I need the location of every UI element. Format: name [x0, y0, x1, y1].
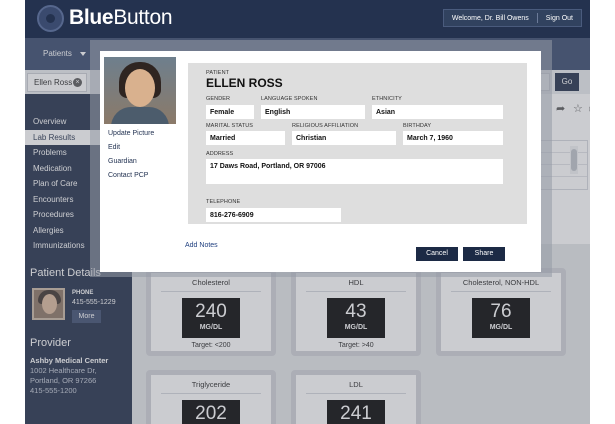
- ethnicity-field[interactable]: Asian: [372, 105, 503, 119]
- address-label: ADDRESS: [206, 151, 234, 157]
- marital-status-field[interactable]: Married: [206, 131, 285, 145]
- ethnicity-label: ETHNICITY: [372, 96, 402, 102]
- marital-status-label: MARITAL STATUS: [206, 123, 254, 129]
- birthday-field[interactable]: March 7, 1960: [403, 131, 503, 145]
- language-label: LANGUAGE SPOKEN: [261, 96, 318, 102]
- app-window: BlueButton Welcome, Dr. Bill Owens Sign …: [25, 0, 590, 424]
- birthday-label: BIRTHDAY: [403, 123, 432, 129]
- add-notes-link[interactable]: Add Notes: [185, 242, 218, 249]
- user-menu: Welcome, Dr. Bill Owens Sign Out: [442, 9, 582, 27]
- patient-photo: [104, 57, 176, 124]
- contact-pcp-link[interactable]: Contact PCP: [108, 172, 148, 179]
- welcome-text: Welcome, Dr. Bill Owens: [451, 14, 529, 22]
- telephone-label: TELEPHONE: [206, 199, 241, 205]
- update-picture-link[interactable]: Update Picture: [108, 130, 154, 137]
- patient-info-modal: Update Picture Edit Guardian Contact PCP…: [100, 51, 541, 272]
- religion-label: RELIGIOUS AFFILIATION: [292, 123, 359, 129]
- address-field[interactable]: 17 Daws Road, Portland, OR 97006: [206, 159, 503, 184]
- religion-field[interactable]: Christian: [292, 131, 396, 145]
- language-field[interactable]: English: [261, 105, 365, 119]
- patient-name: ELLEN ROSS: [206, 76, 283, 90]
- app-header: BlueButton Welcome, Dr. Bill Owens Sign …: [25, 0, 590, 38]
- photo-face: [125, 69, 155, 107]
- edit-link[interactable]: Edit: [108, 144, 120, 151]
- brand-regular: Button: [113, 6, 173, 29]
- cancel-button[interactable]: Cancel: [416, 247, 458, 261]
- gender-label: GENDER: [206, 96, 231, 102]
- bluebutton-logo-icon: [37, 5, 64, 32]
- telephone-field[interactable]: 816-276-6909: [206, 208, 341, 222]
- brand-logo[interactable]: BlueButton: [69, 6, 173, 30]
- sign-out-link[interactable]: Sign Out: [538, 15, 581, 22]
- share-button[interactable]: Share: [463, 247, 505, 261]
- photo-body: [111, 107, 169, 124]
- gender-field[interactable]: Female: [206, 105, 254, 119]
- guardian-link[interactable]: Guardian: [108, 158, 137, 165]
- patient-info-form: PATIENT ELLEN ROSS GENDER Female LANGUAG…: [188, 63, 527, 224]
- brand-bold: Blue: [69, 6, 114, 29]
